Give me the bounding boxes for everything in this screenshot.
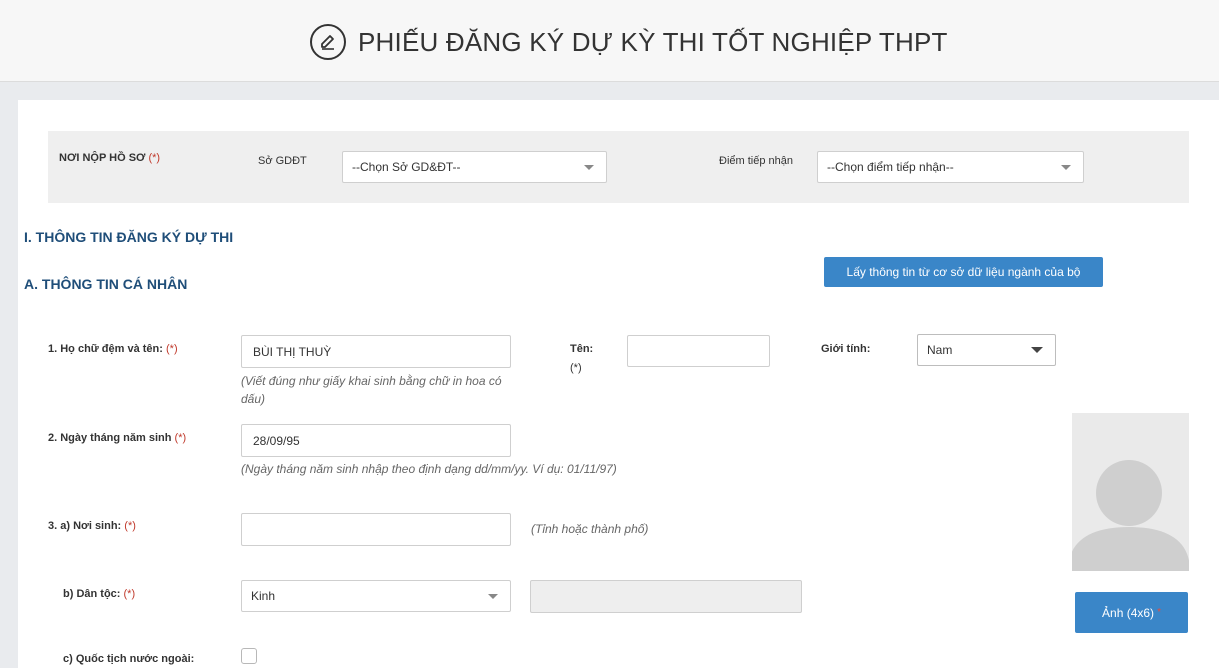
page-title: PHIẾU ĐĂNG KÝ DỰ KỲ THI TỐT NGHIỆP THPT [358, 26, 948, 57]
full-name-hint: (Viết đúng như giấy khai sinh bằng chữ i… [241, 374, 502, 406]
section-registration-title: I. THÔNG TIN ĐĂNG KÝ DỰ THI [24, 229, 234, 245]
submission-label-text: NƠI NỘP HỒ SƠ [59, 152, 146, 164]
avatar-placeholder-icon [1072, 460, 1189, 571]
ethnicity-select[interactable]: Kinh [241, 580, 511, 612]
required-mark: (*) [124, 520, 136, 532]
first-name-input[interactable] [627, 335, 770, 367]
required-mark: (*) [148, 152, 161, 164]
edit-circle-icon [310, 24, 346, 60]
full-name-value: BÙI THỊ THUỲ [253, 344, 332, 359]
photo-upload-label: Ảnh (4x6) [1102, 605, 1155, 620]
gender-select[interactable]: Nam [917, 334, 1056, 366]
page-header: PHIẾU ĐĂNG KÝ DỰ KỲ THI TỐT NGHIỆP THPT [0, 0, 1219, 82]
department-select[interactable]: --Chọn Sở GD&ĐT-- [342, 151, 607, 183]
full-name-label: 1. Họ chữ đệm và tên: (*) [48, 343, 178, 355]
department-label: Sở GDĐT [258, 155, 307, 167]
first-name-required-mark: (*) [570, 362, 582, 374]
chevron-down-icon [1031, 347, 1043, 353]
gender-label: Giới tính: [821, 343, 871, 355]
left-gutter [0, 82, 8, 668]
required-mark: (*) [123, 588, 136, 600]
photo-frame [1072, 413, 1189, 571]
dob-hint: (Ngày tháng năm sinh nhập theo định dạng… [241, 462, 617, 476]
required-mark: * [1157, 607, 1161, 618]
first-name-label: Tên: [570, 343, 594, 355]
full-name-label-text: 1. Họ chữ đệm và tên: [48, 343, 163, 355]
ethnicity-label-text: b) Dân tộc: [63, 588, 121, 600]
reception-select[interactable]: --Chọn điểm tiếp nhận-- [817, 151, 1084, 183]
birthplace-hint: (Tỉnh hoặc thành phố) [531, 522, 649, 536]
required-mark: (*) [166, 343, 178, 355]
required-mark: (*) [174, 432, 187, 444]
chevron-down-icon [584, 165, 594, 170]
reception-label: Điểm tiếp nhận [719, 155, 793, 167]
foreign-nationality-checkbox[interactable] [241, 648, 257, 664]
dob-input[interactable]: 28/09/95 [241, 424, 511, 457]
header-title-group: PHIẾU ĐĂNG KÝ DỰ KỲ THI TỐT NGHIỆP THPT [310, 24, 948, 60]
foreign-nationality-label: c) Quốc tịch nước ngoài: [63, 653, 195, 665]
photo-upload-button[interactable]: Ảnh (4x6) * [1075, 592, 1188, 633]
gender-select-value: Nam [927, 343, 953, 357]
submission-label: NƠI NỘP HỒ SƠ (*) [59, 152, 160, 164]
dob-label-text: 2. Ngày tháng năm sinh [48, 432, 172, 444]
birthplace-label-text: 3. a) Nơi sinh: [48, 520, 122, 532]
ethnicity-select-value: Kinh [251, 589, 276, 603]
ethnicity-other-input [530, 580, 802, 613]
dob-label: 2. Ngày tháng năm sinh (*) [48, 432, 186, 444]
birthplace-input[interactable] [241, 513, 511, 546]
department-select-value: --Chọn Sở GD&ĐT-- [352, 160, 461, 174]
section-personal-title: A. THÔNG TIN CÁ NHÂN [24, 276, 188, 292]
chevron-down-icon [488, 594, 498, 599]
ethnicity-label: b) Dân tộc: (*) [63, 588, 135, 600]
dob-value: 28/09/95 [253, 433, 300, 448]
fetch-ministry-data-button[interactable]: Lấy thông tin từ cơ sở dữ liệu ngành của… [824, 257, 1103, 287]
full-name-input[interactable]: BÙI THỊ THUỲ [241, 335, 511, 368]
chevron-down-icon [1061, 165, 1071, 170]
reception-select-value: --Chọn điểm tiếp nhận-- [827, 160, 954, 174]
birthplace-label: 3. a) Nơi sinh: (*) [48, 520, 136, 532]
